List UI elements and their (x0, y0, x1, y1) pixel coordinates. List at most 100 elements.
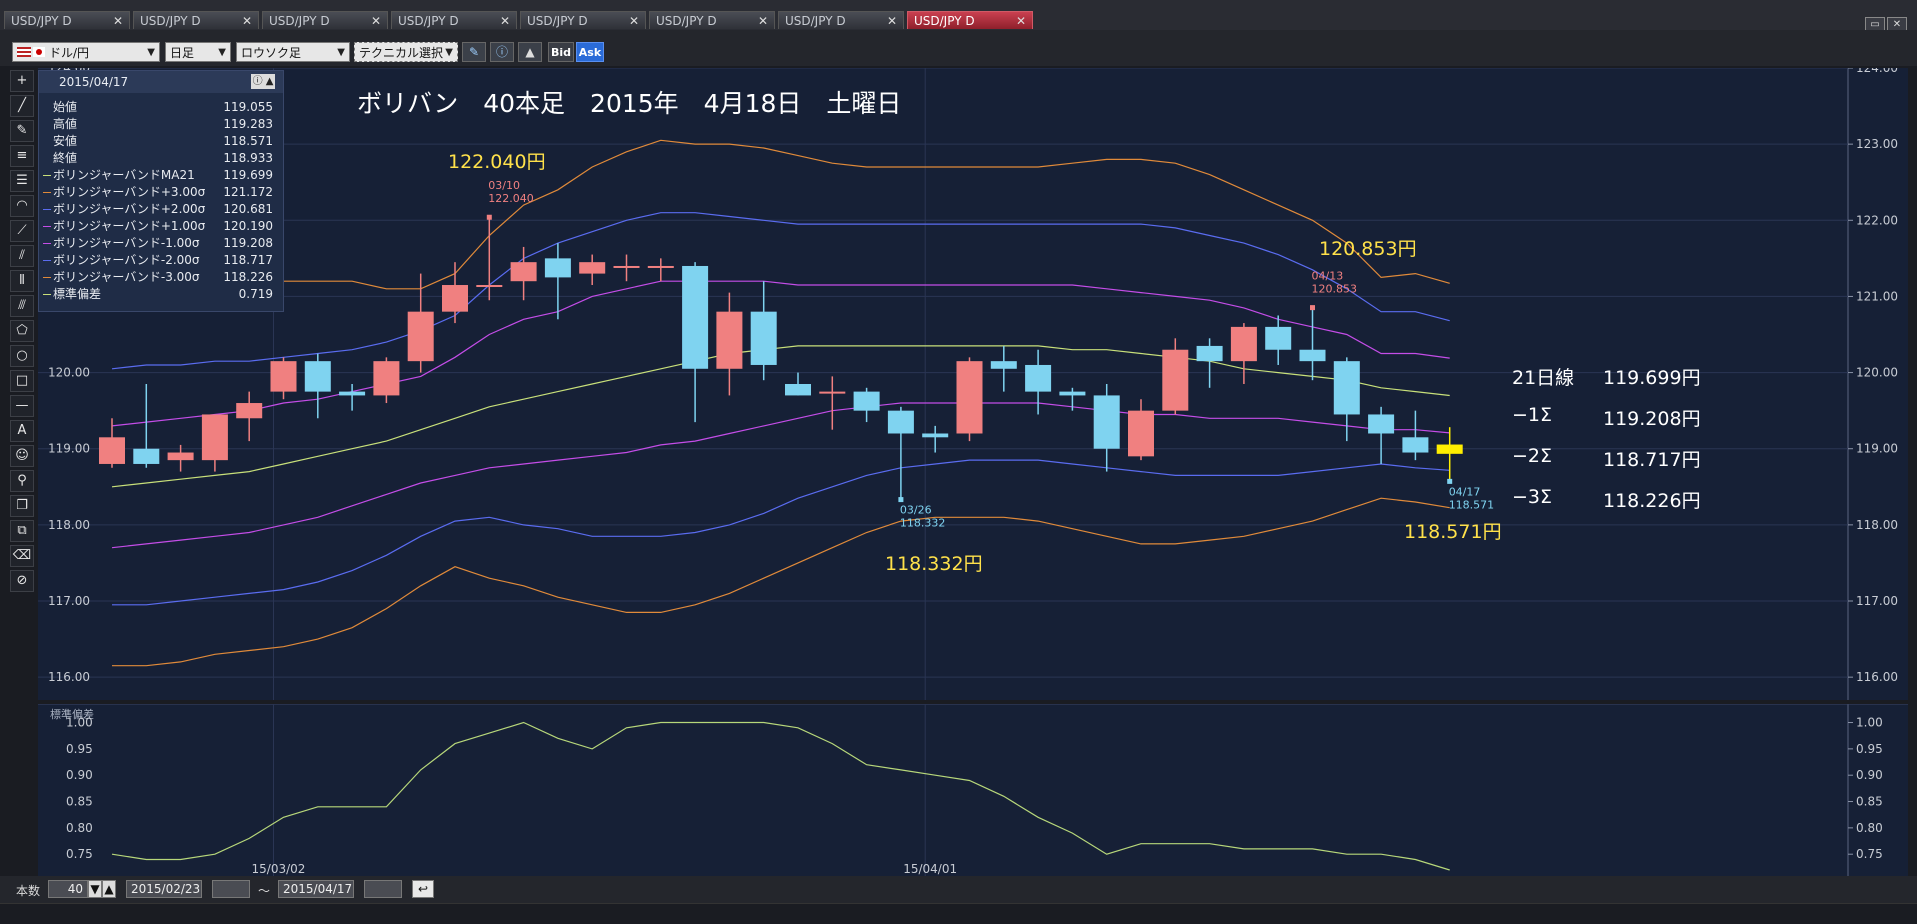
duplicate-icon[interactable]: ⧉ (10, 520, 34, 542)
y-tick-label-left: 0.75 (66, 847, 93, 861)
tab[interactable]: USD/JPY D ✕ (4, 11, 130, 29)
y-tick-label-left: 117.00 (48, 594, 90, 608)
end-date-input[interactable]: 2015/04/17 (278, 880, 354, 898)
close-icon[interactable]: ✕ (113, 12, 123, 30)
candle-body (1059, 391, 1086, 396)
vertical-lines-icon[interactable]: ⦀ (10, 270, 34, 292)
chevron-down-icon: ▼ (218, 47, 226, 58)
legend-name: −1Σ (1512, 404, 1553, 426)
candle-body (407, 311, 434, 362)
text-icon[interactable]: A (10, 420, 34, 442)
info-row-label: 終値 (53, 151, 78, 165)
series-swatch (43, 226, 51, 227)
info-row-label: ボリンジャーバンドMA21 (53, 168, 195, 182)
info-row-label: ボリンジャーバンド-3.00σ (53, 270, 200, 284)
candle-body (1230, 326, 1257, 362)
end-time-input[interactable] (364, 880, 402, 898)
period-label: 日足 (170, 46, 195, 60)
overlay-title: ボリバン 40本足 2015年 4月18日 土曜日 (357, 89, 902, 118)
stddev-line-chart[interactable]: 標準偏差1.001.000.950.950.900.900.850.850.80… (38, 704, 1908, 876)
ohlc-info-panel: 2015/04/17 ⓘ ▲ 始値 119.055 高値 119.283 安値 118.5… (38, 70, 284, 312)
start-time-input[interactable] (212, 880, 250, 898)
stddev-line (111, 721, 1450, 871)
x-tick-label: 15/03/02 (252, 862, 306, 876)
smiley-icon[interactable]: ☺ (10, 445, 34, 467)
copy-icon[interactable]: ❐ (10, 495, 34, 517)
candle-body (1128, 410, 1154, 457)
candle-body (956, 361, 983, 434)
ask-button[interactable]: Ask (576, 42, 604, 62)
info-row: ボリンジャーバンド+1.00σ 120.190 (39, 218, 283, 235)
series-swatch (43, 175, 51, 176)
y-tick-label: 117.00 (1856, 594, 1898, 608)
chart-style-select[interactable]: ロウソク足 ▼ (236, 42, 350, 62)
ruler-icon[interactable]: ✎ (10, 120, 34, 142)
candle-body (1436, 444, 1463, 454)
y-tick-label-left: 116.00 (48, 670, 90, 684)
count-down-icon[interactable]: ▼ (88, 880, 102, 898)
count-up-icon[interactable]: ▲ (102, 880, 116, 898)
start-date-input[interactable]: 2015/02/23 (126, 880, 202, 898)
info-icon[interactable]: ⓘ (490, 42, 514, 62)
info-row-value: 121.172 (223, 185, 273, 199)
close-icon[interactable]: ✕ (629, 12, 639, 30)
info-row: 高値 119.283 (39, 116, 283, 133)
status-bar (0, 903, 1917, 924)
low-price-label: 118.332円 (885, 553, 983, 575)
y-tick-label: 0.80 (1856, 821, 1883, 835)
bid-button[interactable]: Bid (548, 42, 574, 62)
y-tick-label-left: 118.00 (48, 518, 90, 532)
info-row-label: ボリンジャーバンド+3.00σ (53, 185, 206, 199)
rectangle-icon[interactable]: □ (10, 370, 34, 392)
close-icon[interactable]: ✕ (887, 12, 897, 30)
info-row-value: 119.208 (223, 236, 273, 250)
tab[interactable]: USD/JPY D ✕ (649, 11, 775, 29)
period-select[interactable]: 日足 ▼ (165, 42, 231, 62)
y-tick-label: 122.00 (1856, 213, 1898, 227)
close-icon[interactable]: ✕ (500, 12, 510, 30)
tab[interactable]: USD/JPY D ✕ (391, 11, 517, 29)
technical-select[interactable]: テクニカル選択 ▼ (354, 42, 458, 62)
info-toggle-icon[interactable]: ⓘ ▲ (251, 74, 275, 89)
pentagon-icon[interactable]: ⬠ (10, 320, 34, 342)
extreme-date: 03/26 (900, 504, 932, 517)
mountain-chart-icon[interactable]: ▲ (518, 42, 542, 62)
crosshair-icon[interactable]: + (10, 70, 34, 92)
candle-body (1196, 345, 1223, 362)
fan-icon[interactable]: ⟋ (10, 220, 34, 242)
info-row-value: 118.717 (223, 253, 273, 267)
pair-select[interactable]: ドル/円 ▼ (12, 42, 160, 62)
high2-price-label: 120.853円 (1319, 238, 1417, 260)
range-tilde: 〜 (258, 884, 271, 898)
channel-icon[interactable]: ⫻ (10, 295, 34, 317)
fibonacci-lines-icon[interactable]: ☰ (10, 170, 34, 192)
close-icon[interactable]: ✕ (758, 12, 768, 30)
window-controls: ▭ ✕ (1863, 12, 1907, 33)
line-icon[interactable]: — (10, 395, 34, 417)
candle-body (373, 361, 400, 396)
close-icon[interactable]: ✕ (1016, 12, 1026, 30)
refresh-icon[interactable]: ↩ (412, 880, 434, 898)
eraser-all-icon[interactable]: ⊘ (10, 570, 34, 592)
extreme-value: 122.040 (488, 192, 534, 205)
count-input[interactable]: 40 (48, 880, 88, 898)
eraser-icon[interactable]: ⌫ (10, 545, 34, 567)
pen-icon[interactable]: ✎ (462, 42, 486, 62)
pin-icon[interactable]: ⚲ (10, 470, 34, 492)
candle-body (476, 285, 503, 288)
horizontal-lines-icon[interactable]: ≡ (10, 145, 34, 167)
tab[interactable]: USD/JPY D ✕ (778, 11, 904, 29)
x-tick-label: 15/04/01 (903, 862, 957, 876)
tab[interactable]: USD/JPY D ✕ (520, 11, 646, 29)
arc-icon[interactable]: ◠ (10, 195, 34, 217)
tab[interactable]: USD/JPY D ✕ (262, 11, 388, 29)
tab[interactable]: USD/JPY D ✕ (133, 11, 259, 29)
gann-fan-icon[interactable]: ⫽ (10, 245, 34, 267)
extreme-marker (1310, 305, 1315, 311)
trendline-icon[interactable]: ╱ (10, 95, 34, 117)
tab-active[interactable]: USD/JPY D ✕ (907, 11, 1033, 29)
close-icon[interactable]: ✕ (371, 12, 381, 30)
close-icon[interactable]: ✕ (242, 12, 252, 30)
circle-icon[interactable]: ○ (10, 345, 34, 367)
extreme-date: 04/13 (1312, 270, 1344, 283)
